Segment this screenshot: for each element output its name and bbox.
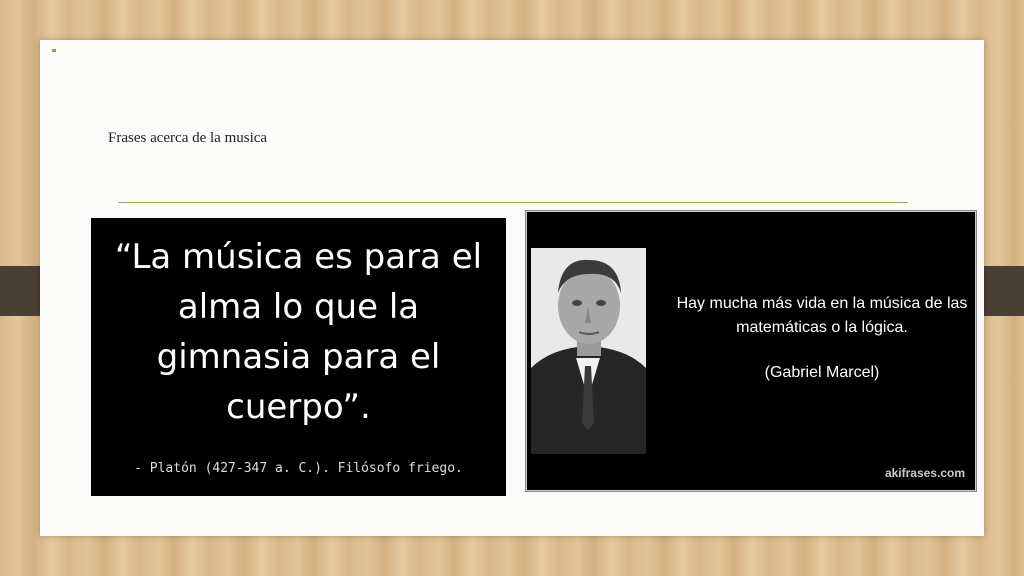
slide-bullet-dot <box>52 49 56 52</box>
title-divider <box>118 202 908 203</box>
quote-image: Hay mucha más vida en la música de las m… <box>525 210 977 492</box>
image-quote-text: Hay mucha más vida en la música de las m… <box>676 295 968 336</box>
quote-author: - Platón (427-347 a. C.). Filósofo frieg… <box>134 461 463 476</box>
quote-text: “La música es para el alma lo que la gim… <box>114 237 483 427</box>
quote-text-box: “La música es para el alma lo que la gim… <box>91 218 506 496</box>
slide: Frases acerca de la musica “La música es… <box>40 40 984 536</box>
slide-title: Frases acerca de la musica <box>108 130 268 146</box>
portrait-photo <box>531 248 646 454</box>
watermark-logo: akifrases.com <box>884 466 965 480</box>
image-quote-author: (Gabriel Marcel) <box>764 364 880 381</box>
